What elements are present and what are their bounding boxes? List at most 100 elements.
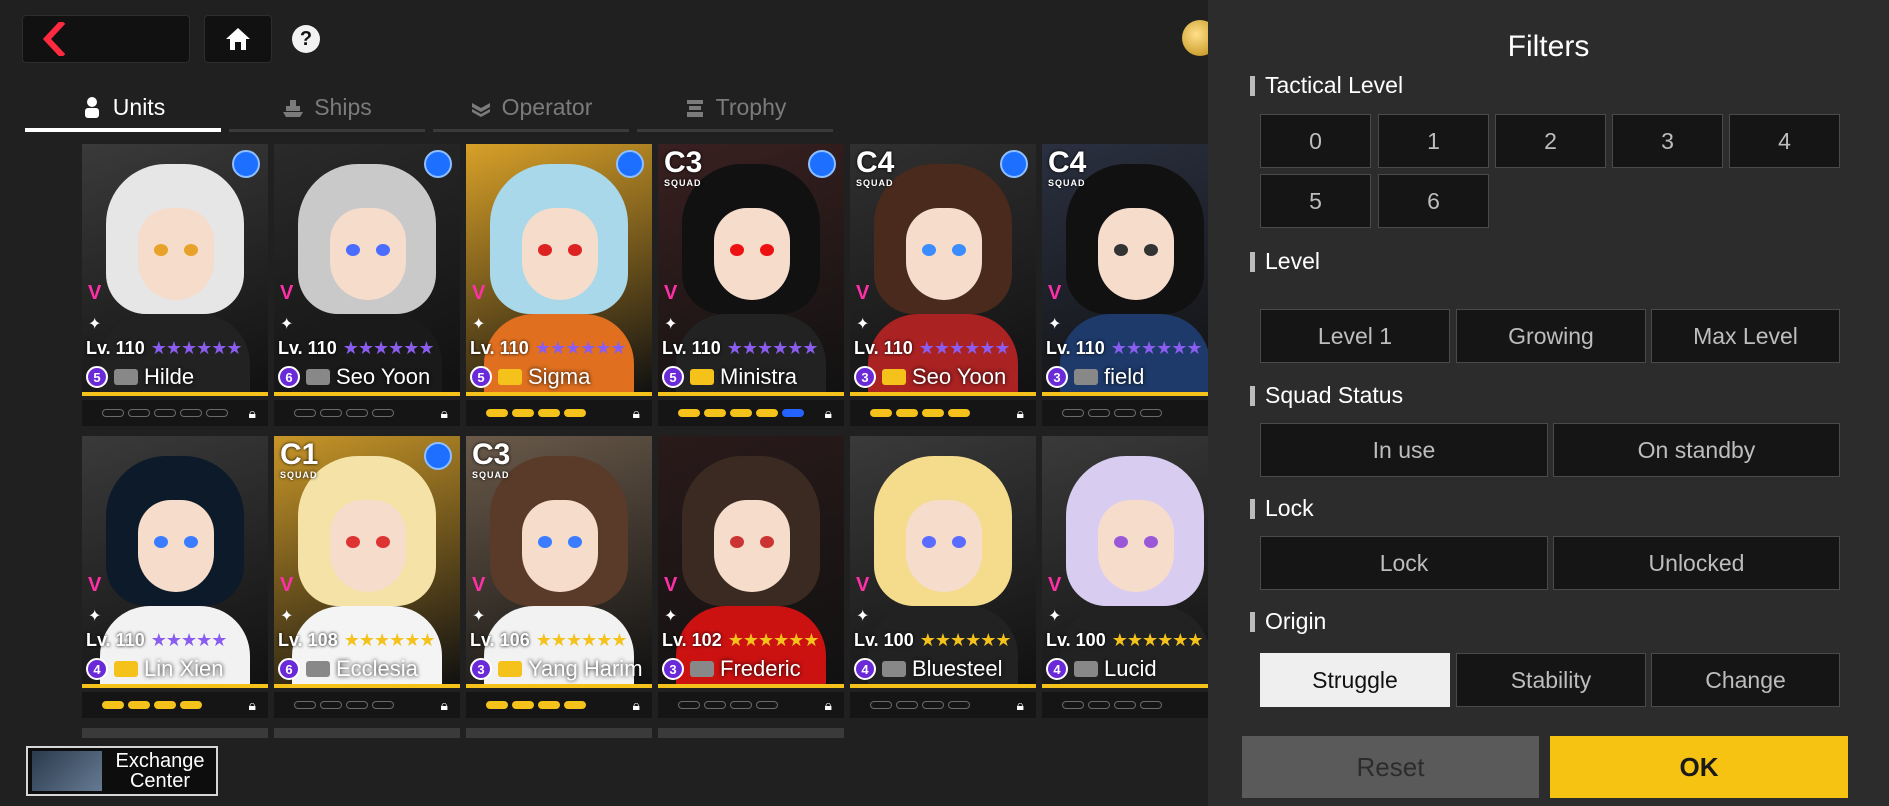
squad-status-label-text: Squad Status — [1265, 382, 1404, 408]
tactical-level-6[interactable]: 6 — [1378, 174, 1489, 228]
unit-portrait: C4 SQUAD V ✦ Lv. 110 ★★★★★★ 3 field — [1042, 144, 1210, 396]
in-use-option[interactable]: In use — [1260, 423, 1548, 477]
lock-icon[interactable]: 🔒︎ — [1017, 697, 1024, 714]
portrait-face — [522, 500, 598, 592]
v-rank-icon: V — [88, 574, 102, 596]
lock-icon[interactable]: 🔒︎ — [1017, 405, 1024, 422]
stability-option[interactable]: Stability — [1456, 653, 1646, 707]
operator-icon — [471, 102, 490, 117]
unit-class-badge: C3 SQUAD — [664, 148, 702, 189]
growth-pip — [870, 701, 892, 709]
growing-option[interactable]: Growing — [1456, 309, 1646, 363]
filters-panel: Filters Tactical Level 0 1 2 3 4 5 6 Lev… — [1208, 0, 1889, 806]
growth-bar: 🔒︎ — [466, 400, 652, 426]
growth-pip — [704, 701, 726, 709]
tab-trophy[interactable]: Trophy — [637, 86, 833, 132]
growth-pip — [538, 409, 560, 417]
unit-card[interactable]: V ✦ Lv. 100 ★★★★★★ 4 Bluesteel 🔒︎ — [850, 436, 1036, 718]
wing-icon — [498, 661, 522, 677]
portrait-eye — [346, 536, 360, 548]
portrait-face — [138, 208, 214, 300]
growth-pip — [320, 409, 342, 417]
name-row: 3 Seo Yoon — [854, 364, 1034, 390]
struggle-option[interactable]: Struggle — [1260, 653, 1450, 707]
unit-card[interactable]: V ✦ Lv. 100★★★★★★ 4 Lucid 🔒︎ — [1042, 436, 1210, 718]
exchange-center-icon — [32, 751, 102, 791]
lock-icon[interactable]: 🔒︎ — [633, 405, 640, 422]
v-rank-icon: V — [856, 574, 870, 596]
lock-icon[interactable]: 🔒︎ — [825, 405, 832, 422]
growth-bar: 🔒︎ — [274, 692, 460, 718]
unit-name: Hilde — [144, 364, 195, 389]
wing-icon — [114, 661, 138, 677]
level-row: Lv. 110 ★★★★★★ — [86, 338, 243, 359]
exchange-center-button[interactable]: Exchange Center — [26, 746, 218, 796]
unit-card[interactable]: C1 SQUAD V ✦ Lv. 108 ★★★★★★ 6 Ecclesia 🔒︎ — [274, 436, 460, 718]
tab-units[interactable]: Units — [25, 86, 221, 132]
unit-card[interactable]: V ✦ Lv. 110 ★★★★★★ 6 Seo Yoon 🔒︎ — [274, 144, 460, 426]
growth-pip — [486, 409, 508, 417]
growth-bar: 🔒︎ — [1042, 692, 1210, 718]
lock-section-label: Lock — [1250, 495, 1314, 522]
badge-icon — [232, 150, 260, 178]
wing-icon — [690, 661, 714, 677]
unit-portrait: V ✦ Lv. 110 ★★★★★★ 5 Hilde — [82, 144, 268, 396]
lock-option[interactable]: Lock — [1260, 536, 1548, 590]
unit-level: Lv. 110 — [662, 338, 721, 358]
unit-class: C3 — [472, 438, 511, 471]
unit-card[interactable]: C3 SQUAD V ✦ Lv. 106 ★★★★★★ 3 Yang Harim 🔒︎ — [466, 436, 652, 718]
portrait-eye — [730, 536, 744, 548]
unlocked-option[interactable]: Unlocked — [1553, 536, 1840, 590]
max-level-option[interactable]: Max Level — [1651, 309, 1840, 363]
unit-class-badge: C4 SQUAD — [1048, 148, 1086, 189]
card-preview — [274, 728, 460, 738]
unit-card[interactable]: C3 SQUAD V ✦ Lv. 110 ★★★★★★ 5 Ministra 🔒︎ — [658, 144, 844, 426]
unit-card[interactable]: V ✦ Lv. 110 ★★★★★★ 5 Sigma 🔒︎ — [466, 144, 652, 426]
unit-card[interactable]: V ✦ Lv. 110 ★★★★★★ 5 Hilde 🔒︎ — [82, 144, 268, 426]
lock-icon[interactable]: 🔒︎ — [825, 697, 832, 714]
level-1-option[interactable]: Level 1 — [1260, 309, 1450, 363]
tactical-level-3[interactable]: 3 — [1612, 114, 1723, 168]
tab-operator[interactable]: Operator — [433, 86, 629, 132]
tactical-level-0[interactable]: 0 — [1260, 114, 1371, 168]
lock-icon[interactable]: 🔒︎ — [441, 405, 448, 422]
change-option[interactable]: Change — [1651, 653, 1840, 707]
name-row: 6 Seo Yoon — [278, 364, 458, 390]
name-row: 6 Ecclesia — [278, 656, 458, 682]
tactical-level-1[interactable]: 1 — [1378, 114, 1489, 168]
help-button[interactable]: ? — [292, 25, 320, 53]
home-button[interactable] — [204, 15, 272, 63]
tactical-level-5[interactable]: 5 — [1260, 174, 1371, 228]
lock-icon[interactable]: 🔒︎ — [441, 697, 448, 714]
unit-card[interactable]: V ✦ Lv. 110 ★★★★★ 4 Lin Xien 🔒︎ — [82, 436, 268, 718]
tab-ships[interactable]: Ships — [229, 86, 425, 132]
growth-pip — [678, 409, 700, 417]
portrait-face — [906, 208, 982, 300]
tactical-level-4[interactable]: 4 — [1729, 114, 1840, 168]
growth-bar: 🔒︎ — [850, 400, 1036, 426]
lock-icon[interactable]: 🔒︎ — [633, 697, 640, 714]
unit-class-badge: C4 SQUAD — [856, 148, 894, 189]
level-row: Lv. 110 ★★★★★★ — [662, 338, 819, 359]
lock-icon[interactable]: 🔒︎ — [249, 405, 256, 422]
unit-type-icon: ✦ — [664, 608, 678, 625]
unit-name: Yang Harim — [528, 656, 643, 681]
unit-card[interactable]: C4 SQUAD V ✦ Lv. 110 ★★★★★★ 3 Seo Yoon 🔒︎ — [850, 144, 1036, 426]
portrait-eye — [922, 244, 936, 256]
ok-button[interactable]: OK — [1550, 736, 1848, 798]
unit-type-icon: ✦ — [472, 316, 486, 333]
wing-icon — [306, 369, 330, 385]
unit-type-icon: ✦ — [856, 608, 870, 625]
name-row: 4 Lin Xien — [86, 656, 266, 682]
growth-pip — [948, 701, 970, 709]
unit-card[interactable]: C4SQUAD V ✦ Lv. 110★★★★★★ 3 field 🔒︎ — [1042, 144, 1210, 426]
reset-button[interactable]: Reset — [1242, 736, 1539, 798]
growth-pip — [1114, 701, 1136, 709]
tactical-level-2[interactable]: 2 — [1495, 114, 1606, 168]
unit-card[interactable]: V ✦ Lv. 102 ★★★★★★ 3 Frederic 🔒︎ — [658, 436, 844, 718]
back-button[interactable] — [22, 15, 190, 63]
growth-pip — [372, 409, 394, 417]
lock-icon[interactable]: 🔒︎ — [249, 697, 256, 714]
badge-icon — [1000, 150, 1028, 178]
on-standby-option[interactable]: On standby — [1553, 423, 1840, 477]
